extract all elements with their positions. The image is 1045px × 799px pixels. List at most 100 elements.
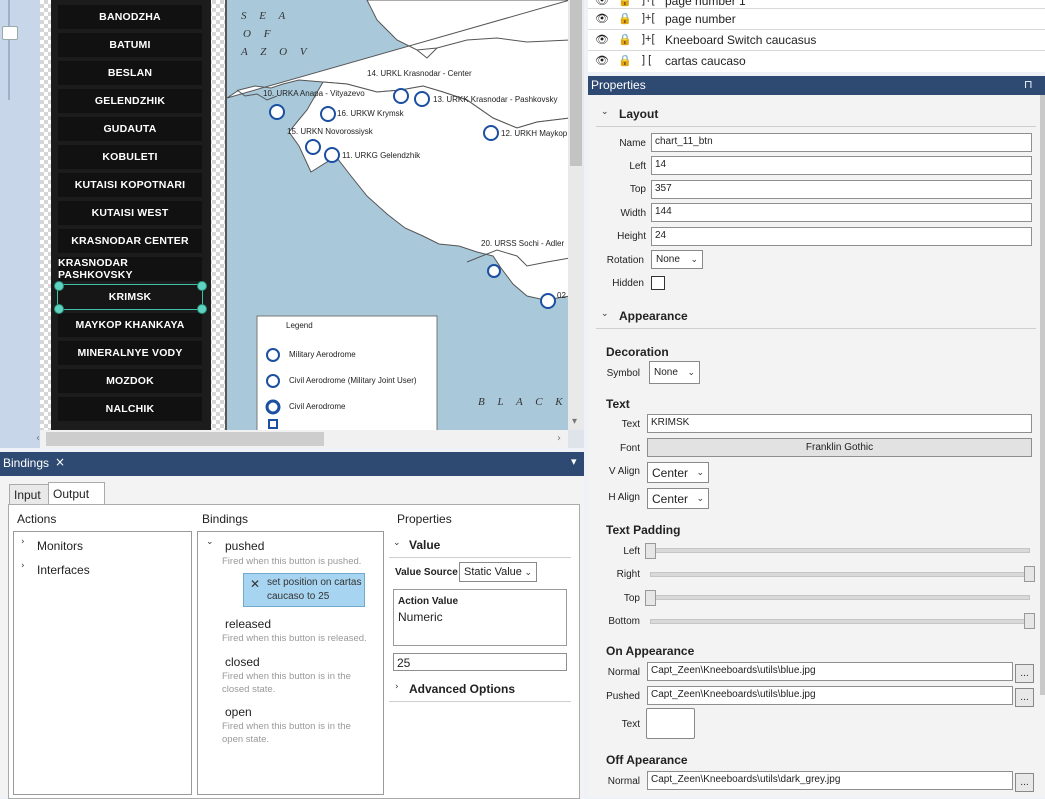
layout-section-title[interactable]: Layout [619, 107, 658, 121]
aerodrome-label: 12. URKH Maykop [501, 129, 568, 138]
scroll-down-icon[interactable]: ▾ [572, 416, 577, 427]
pin-icon[interactable]: ⊓ [1024, 78, 1033, 91]
event-description: Fired when this button is released. [222, 633, 367, 644]
airport-button[interactable]: GELENDZHIK [58, 89, 202, 113]
eye-icon[interactable]: 👁 [595, 33, 609, 46]
on-pushed-image-input[interactable]: Capt_Zeen\Kneeboards\utils\blue.jpg [647, 686, 1013, 705]
airport-button[interactable]: NALCHIK [58, 397, 202, 421]
lock-icon[interactable]: 🔒 [618, 54, 632, 67]
aerodrome-label: 10. URKA Anapa - Vityazevo [263, 89, 365, 98]
text-label: Text [621, 419, 640, 430]
rotation-label: Rotation [606, 255, 644, 266]
event-released[interactable]: released [225, 617, 271, 631]
height-input[interactable]: 24 [651, 227, 1032, 246]
lock-icon[interactable]: 🔒 [618, 0, 632, 7]
scroll-right-icon[interactable]: › [557, 433, 561, 444]
properties-scrollbar[interactable] [1040, 95, 1045, 695]
event-open[interactable]: open [225, 705, 252, 719]
resize-handle[interactable] [197, 304, 207, 314]
tab-output[interactable]: Output [48, 482, 105, 505]
advanced-options-title[interactable]: Advanced Options [409, 682, 515, 696]
close-icon[interactable]: × [55, 455, 65, 469]
width-input[interactable]: 144 [651, 203, 1032, 222]
symbol-select[interactable]: None ⌄ [649, 361, 700, 384]
aerodrome-label: 15. URKN Novorossiysk [287, 127, 373, 136]
layer-row[interactable]: 👁 🔒 ]+[ page number [588, 8, 1045, 30]
actions-tree-interfaces[interactable]: Interfaces [37, 563, 90, 577]
zoom-slider-track[interactable] [8, 0, 10, 100]
resize-handle[interactable] [54, 281, 64, 291]
zoom-slider-knob[interactable] [2, 26, 18, 40]
airport-button[interactable]: MAYKOP KHANKAYA [58, 313, 202, 337]
name-input[interactable]: chart_11_btn [651, 133, 1032, 152]
eye-icon[interactable]: 👁 [595, 54, 609, 67]
canvas-vertical-scroll-thumb[interactable] [570, 0, 582, 166]
eye-icon[interactable]: 👁 [595, 0, 609, 7]
hidden-checkbox[interactable] [651, 276, 665, 290]
airport-button-selected[interactable]: KRIMSK [57, 284, 203, 310]
value-input[interactable]: 25 [393, 653, 567, 671]
text-input[interactable]: KRIMSK [647, 414, 1032, 433]
aerodrome-label: 14. URKL Krasnodar - Center [367, 69, 472, 78]
layer-name: page number 1 [665, 0, 746, 8]
browse-button[interactable]: ... [1015, 773, 1034, 792]
layer-row[interactable]: 👁 🔒 ]+[ Kneeboard Switch caucasus [588, 29, 1045, 51]
lock-icon[interactable]: 🔒 [618, 12, 632, 25]
padding-left-slider[interactable] [650, 548, 1030, 553]
appearance-section-title[interactable]: Appearance [619, 309, 688, 323]
airport-button[interactable]: BANODZHA [58, 5, 202, 29]
airport-button[interactable]: KUTAISI KOPOTNARI [58, 173, 202, 197]
event-pushed[interactable]: pushed [225, 539, 264, 553]
airport-button[interactable]: KUTAISI WEST [58, 201, 202, 225]
panel-menu-icon[interactable]: ▾ [571, 455, 577, 468]
padding-bottom-slider[interactable] [650, 619, 1030, 624]
value-source-select[interactable]: Static Value ⌄ [459, 562, 537, 582]
off-normal-image-input[interactable]: Capt_Zeen\Kneeboards\utils\dark_grey.jpg [647, 771, 1013, 790]
remove-icon[interactable]: ✕ [250, 577, 260, 591]
airport-button[interactable]: MOZDOK [58, 369, 202, 393]
layer-name: cartas caucaso [665, 54, 746, 68]
browse-button[interactable]: ... [1015, 688, 1034, 707]
padding-top-slider[interactable] [650, 595, 1030, 600]
padding-top-slider-thumb[interactable] [645, 590, 656, 606]
chevron-right-icon[interactable]: › [21, 561, 25, 571]
chevron-down-icon[interactable]: ⌄ [601, 309, 609, 319]
airport-button[interactable]: KRASNODAR PASHKOVSKY [58, 257, 202, 281]
padding-left-slider-thumb[interactable] [645, 543, 656, 559]
halign-select[interactable]: Center ⌄ [647, 488, 709, 509]
padding-right-slider[interactable] [650, 572, 1030, 577]
layer-row[interactable]: 👁 🔒 ] [ cartas caucaso [588, 50, 1045, 72]
layer-name: page number [665, 12, 736, 26]
canvas-horizontal-scroll-thumb[interactable] [46, 432, 324, 446]
browse-button[interactable]: ... [1015, 664, 1034, 683]
left-input[interactable]: 14 [651, 156, 1032, 175]
actions-tree-monitors[interactable]: Monitors [37, 539, 83, 553]
top-input[interactable]: 357 [651, 180, 1032, 199]
airport-button[interactable]: BESLAN [58, 61, 202, 85]
bindings-panel-title: Bindings [3, 456, 50, 470]
rotation-select[interactable]: None ⌄ [651, 250, 703, 269]
airport-button[interactable]: BATUMI [58, 33, 202, 57]
chevron-right-icon[interactable]: › [21, 537, 25, 547]
airport-button[interactable]: GUDAUTA [58, 117, 202, 141]
off-normal-label: Normal [607, 776, 640, 787]
padding-bottom-slider-thumb[interactable] [1024, 613, 1035, 629]
scroll-left-icon[interactable]: ‹ [36, 433, 40, 444]
padding-right-slider-thumb[interactable] [1024, 566, 1035, 582]
resize-handle[interactable] [197, 281, 207, 291]
airport-button[interactable]: KOBULETI [58, 145, 202, 169]
chevron-right-icon[interactable]: › [395, 682, 399, 692]
lock-icon[interactable]: 🔒 [618, 33, 632, 46]
resize-handle[interactable] [54, 304, 64, 314]
on-normal-image-input[interactable]: Capt_Zeen\Kneeboards\utils\blue.jpg [647, 662, 1013, 681]
event-closed[interactable]: closed [225, 655, 260, 669]
chevron-down-icon[interactable]: ⌄ [206, 537, 214, 547]
eye-icon[interactable]: 👁 [595, 12, 609, 25]
airport-button[interactable]: KRASNODAR CENTER [58, 229, 202, 253]
valign-select[interactable]: Center ⌄ [647, 462, 709, 483]
text-color-swatch[interactable] [646, 708, 695, 739]
airport-button[interactable]: MINERALNYE VODY [58, 341, 202, 365]
font-button[interactable]: Franklin Gothic [647, 438, 1032, 457]
chevron-down-icon[interactable]: ⌄ [601, 107, 609, 117]
chevron-down-icon[interactable]: ⌄ [393, 538, 401, 548]
